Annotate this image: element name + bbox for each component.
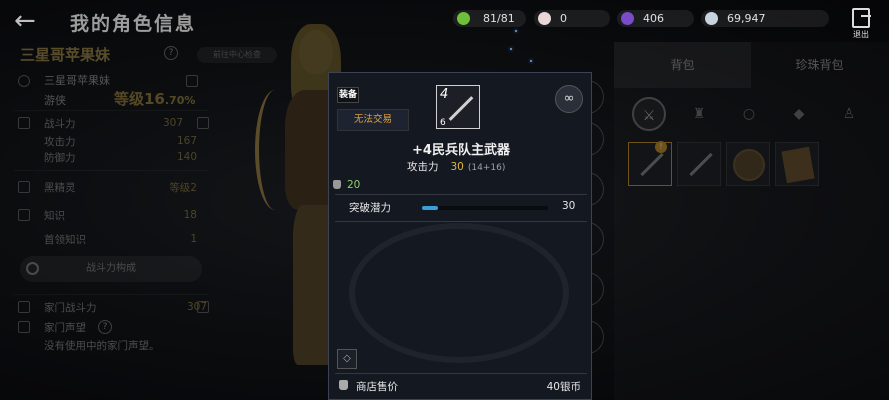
pearl-icon xyxy=(538,12,551,25)
weight-stat: 20 xyxy=(333,179,360,191)
exit-icon xyxy=(852,8,871,28)
link-icon[interactable]: ∞ xyxy=(555,85,583,113)
potential-bar xyxy=(422,206,548,210)
weight-icon xyxy=(333,180,341,189)
back-arrow-icon[interactable]: ← xyxy=(14,8,46,36)
exit-button[interactable]: 退出 xyxy=(846,8,876,42)
top-bar: ← 我的角色信息 81/81 0 406 69,947 退出 xyxy=(0,0,889,42)
crystal-icon xyxy=(621,12,634,25)
page-title: 我的角色信息 xyxy=(70,13,197,35)
breakthrough-potential: 突破潜力 30 xyxy=(349,200,576,214)
item-icon-box: 4 6 xyxy=(436,85,480,129)
watermark xyxy=(349,223,569,363)
attack-stat: 攻击力 30 (14+16) xyxy=(407,161,506,173)
resource-black-crystal: 406 xyxy=(617,10,694,27)
item-tooltip: 装备 无法交易 4 6 ∞ +4民兵队主武器 攻击力 30 (14+16) 20 突… xyxy=(328,72,592,400)
resource-pearls: 0 xyxy=(534,10,610,27)
item-name: +4民兵队主武器 xyxy=(412,143,510,158)
resource-silver: 69,947 xyxy=(701,10,829,27)
item-grade: 6 xyxy=(440,118,446,128)
shop-sell-price: 商店售价 40银币 xyxy=(329,375,593,397)
resource-vigor: 81/81 xyxy=(453,10,526,27)
enhance-level: 4 xyxy=(440,87,449,102)
money-bag-icon xyxy=(339,380,348,390)
equip-tag: 装备 xyxy=(337,87,359,103)
gem-slot-icon[interactable]: ◇ xyxy=(337,349,357,369)
sword-icon xyxy=(448,96,474,121)
trade-status-badge: 无法交易 xyxy=(337,109,409,131)
leaf-icon xyxy=(457,12,470,25)
silver-coin-icon xyxy=(705,12,718,25)
